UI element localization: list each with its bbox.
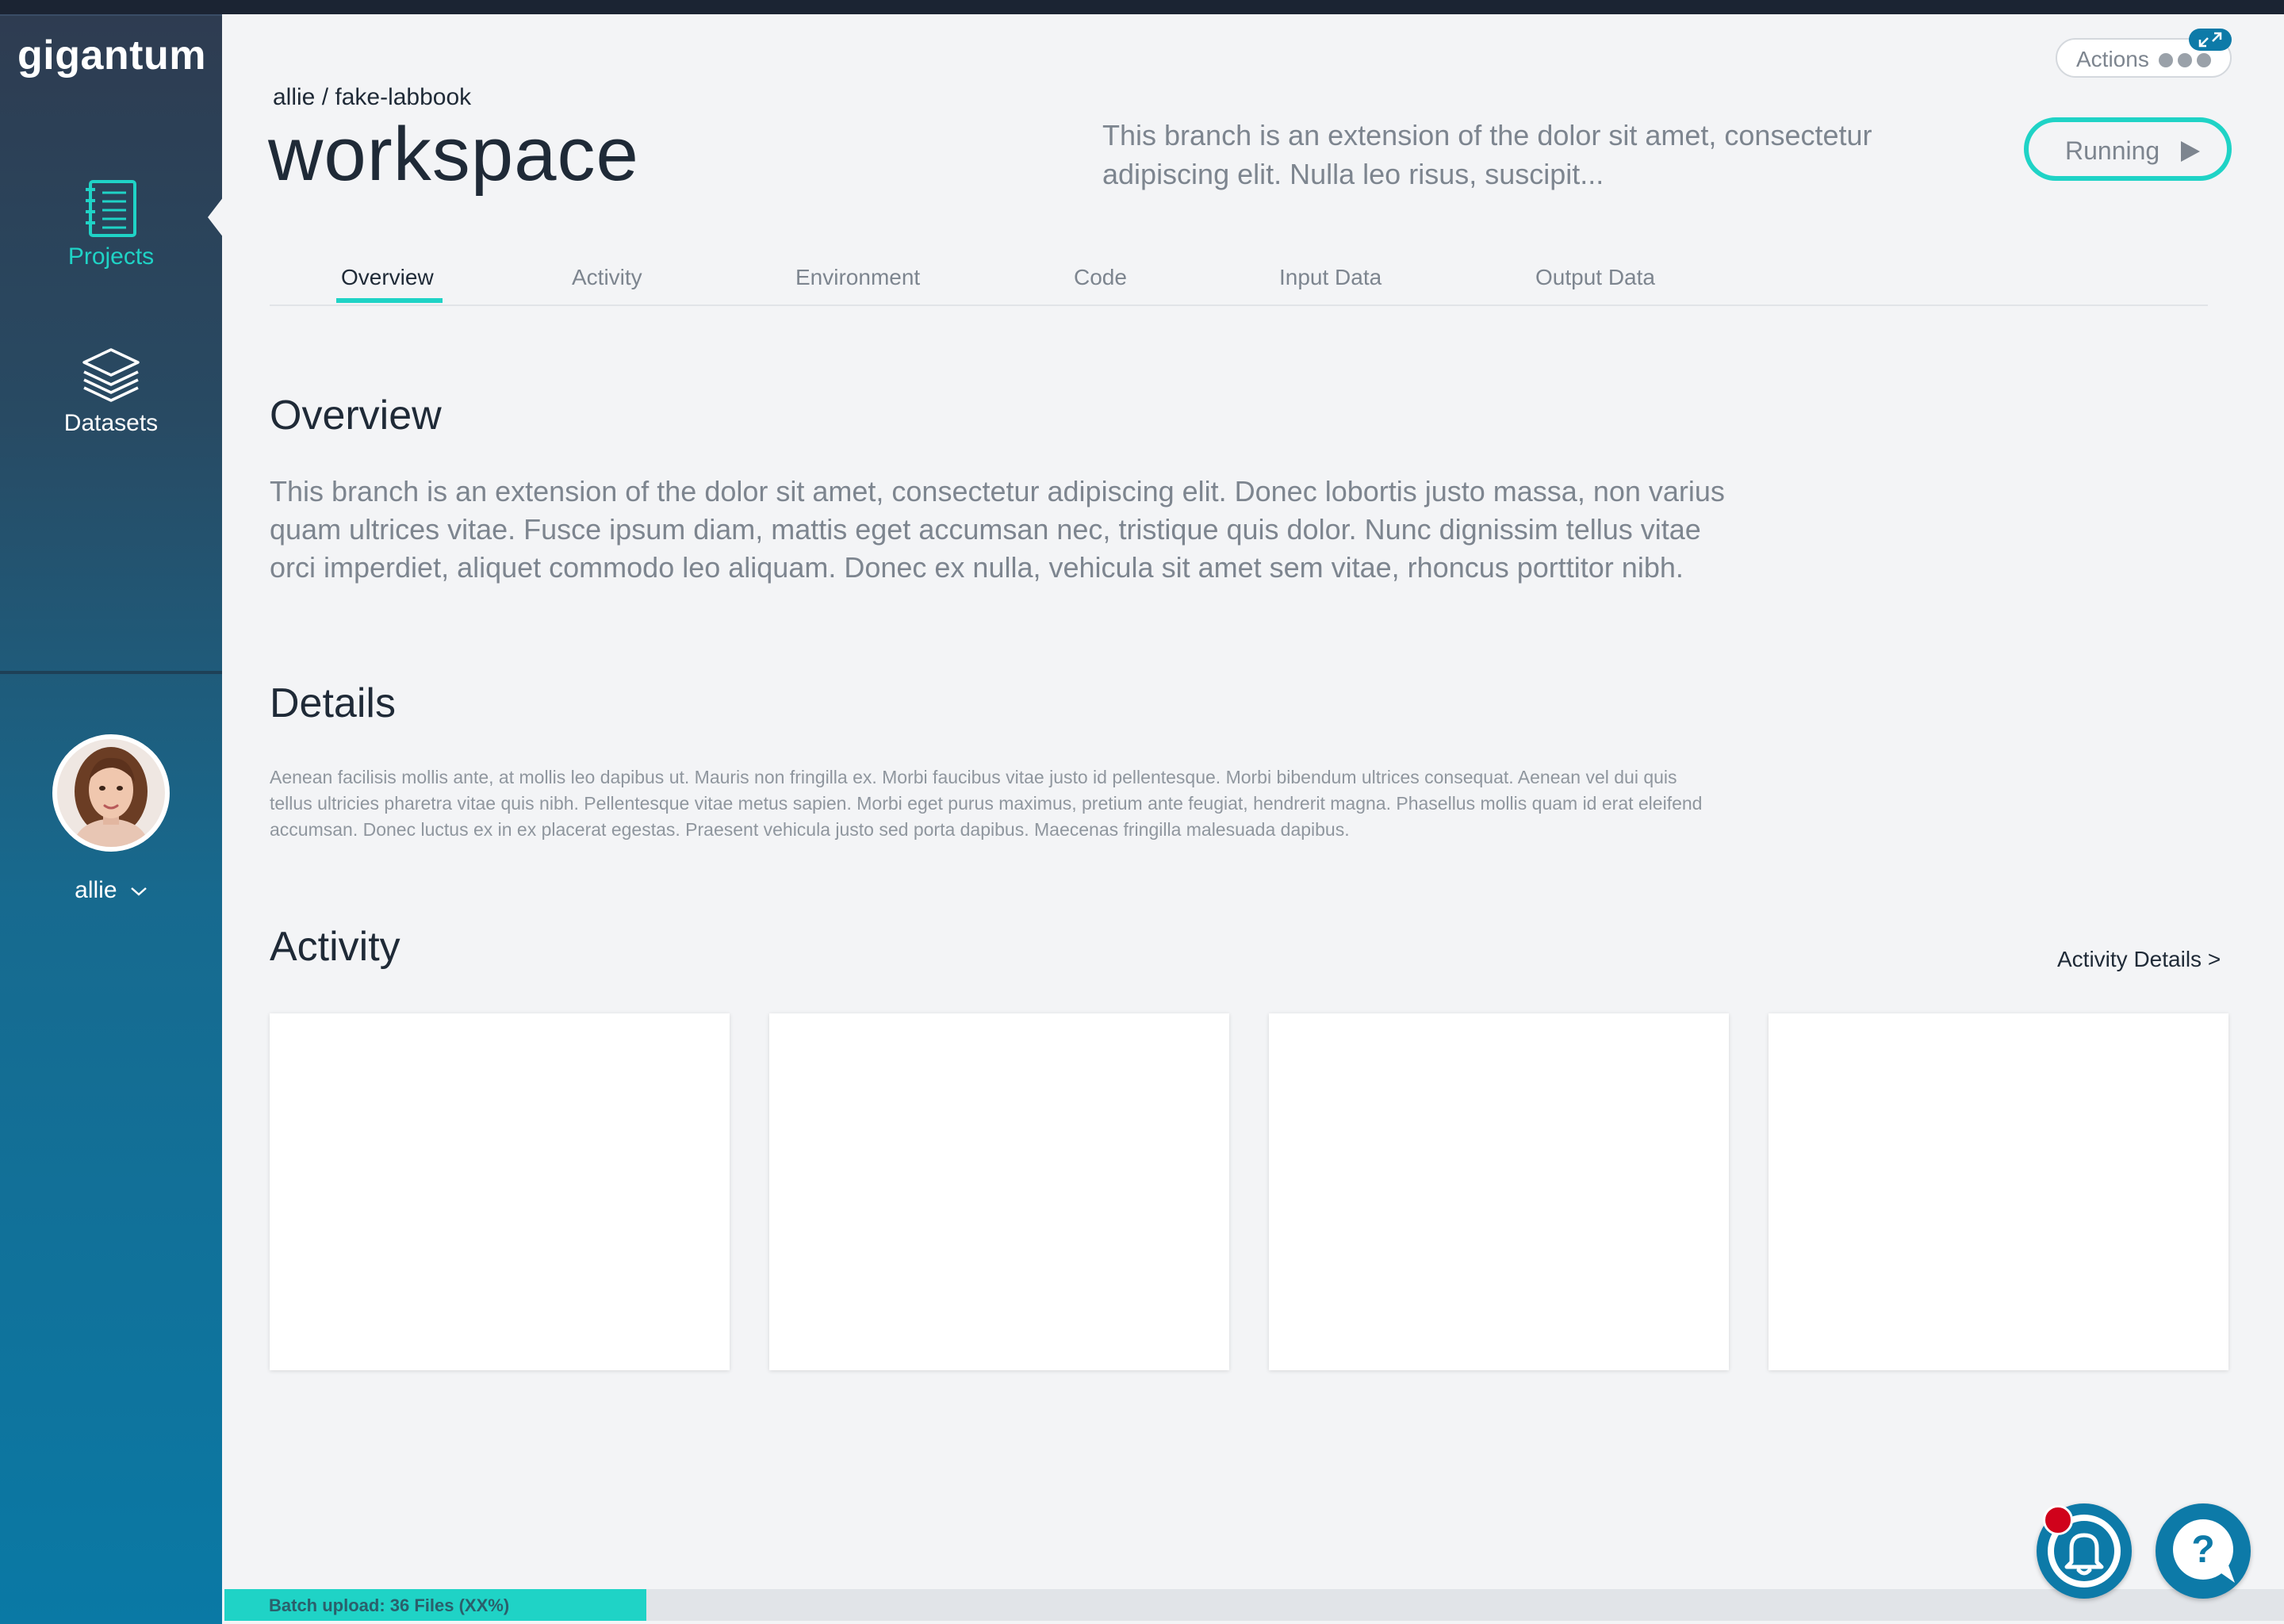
activity-card[interactable]: [769, 1013, 1229, 1370]
activity-card[interactable]: [270, 1013, 730, 1370]
expand-button[interactable]: [2189, 29, 2232, 51]
activity-card[interactable]: [1269, 1013, 1729, 1370]
breadcrumb[interactable]: allie / fake-labbook: [273, 84, 471, 111]
tab-input-data[interactable]: Input Data: [1279, 265, 1382, 290]
container-status-button[interactable]: Running: [2024, 117, 2232, 181]
chevron-down-icon: [131, 887, 147, 896]
activity-details-link[interactable]: Activity Details >: [2057, 947, 2221, 972]
sidebar-item-label: Projects: [67, 243, 155, 270]
more-dots-icon: [2159, 53, 2173, 67]
tab-activity[interactable]: Activity: [572, 265, 642, 290]
active-nav-indicator: [208, 197, 224, 238]
play-icon: [2181, 141, 2200, 162]
upload-progress-bar: Batch upload: 36 Files (XX%): [224, 1589, 2284, 1621]
sidebar: gigantum Projects Datasets allie: [0, 14, 224, 1624]
actions-label: Actions: [2076, 47, 2149, 71]
tab-bar: Overview Activity Environment Code Input…: [270, 252, 2208, 306]
user-avatar-photo: [57, 739, 165, 847]
username-label: allie: [75, 877, 117, 903]
overview-text: This branch is an extension of the dolor…: [270, 475, 1725, 584]
upload-progress-label: Batch upload: 36 Files (XX%): [269, 1595, 510, 1615]
window-top-bar: [0, 0, 2284, 14]
expand-arrows-icon: [2198, 32, 2222, 48]
notebook-icon: [86, 180, 136, 237]
help-question-icon: ?: [2173, 1519, 2235, 1583]
header-description: This branch is an extension of the dolor…: [1102, 119, 1872, 190]
activity-card[interactable]: [1769, 1013, 2228, 1370]
sidebar-item-label: Datasets: [63, 410, 159, 436]
avatar[interactable]: [52, 734, 170, 852]
status-label: Running: [2065, 136, 2160, 165]
tab-code[interactable]: Code: [1074, 265, 1127, 290]
svg-text:?: ?: [2191, 1529, 2214, 1571]
app-logo[interactable]: gigantum: [17, 32, 206, 79]
tab-overview[interactable]: Overview: [341, 265, 434, 290]
notification-badge: [2043, 1505, 2073, 1535]
overview-heading: Overview: [270, 393, 442, 439]
activity-heading: Activity: [270, 924, 400, 970]
help-button[interactable]: ?: [2156, 1503, 2251, 1599]
more-dots-icon-dot: [2178, 53, 2192, 67]
user-menu[interactable]: allie: [0, 877, 222, 904]
page-title: workspace: [268, 112, 639, 197]
tab-output-data[interactable]: Output Data: [1535, 265, 1655, 290]
details-text: Aenean facilisis mollis ante, at mollis …: [270, 767, 1703, 840]
sidebar-divider: [0, 671, 222, 674]
tab-environment[interactable]: Environment: [795, 265, 920, 290]
sidebar-item-datasets[interactable]: Datasets: [0, 345, 222, 437]
active-tab-indicator: [336, 298, 443, 303]
layers-icon: [82, 348, 140, 402]
details-heading: Details: [270, 680, 396, 726]
sidebar-item-projects[interactable]: Projects: [0, 178, 222, 270]
more-dots-icon-dot: [2197, 53, 2211, 67]
